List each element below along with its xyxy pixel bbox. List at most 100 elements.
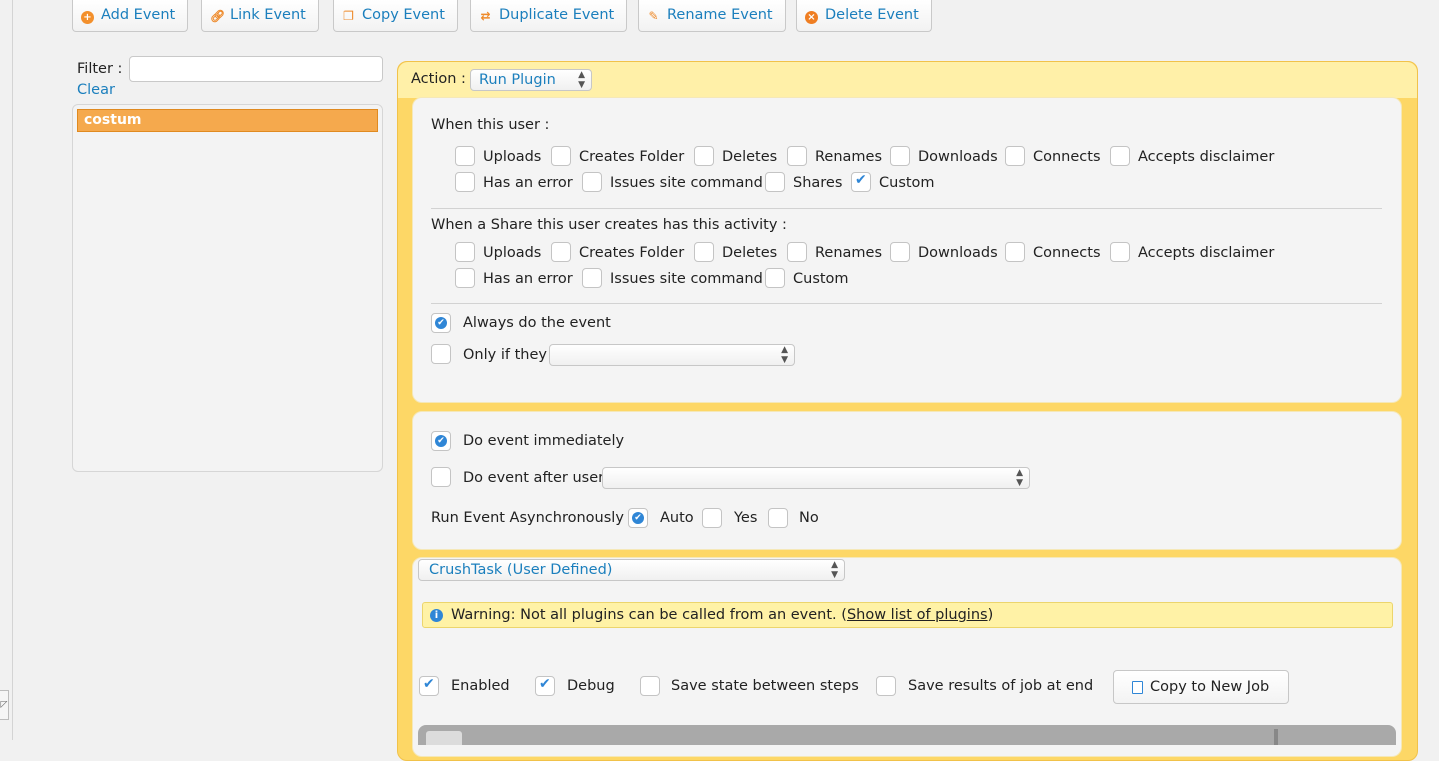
- only-if-they-label: Only if they: [463, 347, 547, 363]
- user-custom-label: Custom: [879, 175, 935, 191]
- select-arrows-icon: ▲ ▼: [781, 345, 788, 365]
- share-accepts-disclaimer-checkbox[interactable]: [1110, 242, 1130, 262]
- copy-event-label: Copy Event: [362, 7, 445, 23]
- share-custom-checkbox[interactable]: [765, 268, 785, 288]
- share-connects-checkbox[interactable]: [1005, 242, 1025, 262]
- warning-text-end: ): [987, 607, 994, 623]
- async-no-label: No: [799, 510, 819, 526]
- when-user-title: When this user :: [431, 117, 550, 133]
- user-renames-checkbox[interactable]: [787, 146, 807, 166]
- user-custom-checkbox[interactable]: [851, 172, 871, 192]
- do-event-after-user-radio[interactable]: [431, 467, 451, 487]
- do-event-immediately-label: Do event immediately: [463, 433, 625, 449]
- share-downloads-label: Downloads: [918, 245, 998, 261]
- info-icon: i: [430, 609, 443, 622]
- select-arrows-icon: ▲ ▼: [831, 560, 838, 580]
- share-uploads-checkbox[interactable]: [455, 242, 475, 262]
- share-has-error-checkbox[interactable]: [455, 268, 475, 288]
- user-creates-folder-checkbox[interactable]: [551, 146, 571, 166]
- share-uploads-label: Uploads: [483, 245, 542, 261]
- async-auto-label: Auto: [660, 510, 694, 526]
- copy-to-new-job-label: Copy to New Job: [1150, 679, 1270, 695]
- task-designer-tab[interactable]: [426, 731, 462, 745]
- user-has-error-checkbox[interactable]: [455, 172, 475, 192]
- task-designer-area: [418, 725, 1396, 745]
- user-has-error-label: Has an error: [483, 175, 573, 191]
- user-uploads-label: Uploads: [483, 149, 542, 165]
- left-rail: [0, 0, 13, 740]
- share-deletes-checkbox[interactable]: [694, 242, 714, 262]
- share-accepts-disclaimer-label: Accepts disclaimer: [1138, 245, 1275, 261]
- user-connects-checkbox[interactable]: [1005, 146, 1025, 166]
- user-connects-label: Connects: [1033, 149, 1101, 165]
- delete-event-label: Delete Event: [825, 7, 919, 23]
- user-issues-site-command-checkbox[interactable]: [582, 172, 602, 192]
- action-select-value: Run Plugin: [479, 72, 556, 88]
- share-renames-label: Renames: [815, 245, 883, 261]
- plugin-select-value: CrushTask (User Defined): [429, 562, 613, 578]
- user-accepts-disclaimer-checkbox[interactable]: [1110, 146, 1130, 166]
- async-auto-radio[interactable]: [628, 508, 648, 528]
- event-list: costum: [72, 104, 383, 472]
- duplicate-event-button[interactable]: ⇄ Duplicate Event: [470, 0, 628, 32]
- only-if-they-radio[interactable]: [431, 344, 451, 364]
- do-event-immediately-radio[interactable]: [431, 431, 451, 451]
- user-creates-folder-label: Creates Folder: [579, 149, 685, 165]
- show-plugins-link[interactable]: Show list of plugins: [847, 607, 988, 623]
- rename-event-button[interactable]: ✎ Rename Event: [638, 0, 786, 32]
- always-do-event-radio[interactable]: [431, 313, 451, 333]
- plus-circle-icon: +: [81, 11, 94, 24]
- user-shares-checkbox[interactable]: [765, 172, 785, 192]
- share-creates-folder-label: Creates Folder: [579, 245, 685, 261]
- plugin-select[interactable]: CrushTask (User Defined) ▲ ▼: [418, 559, 845, 581]
- user-deletes-label: Deletes: [722, 149, 778, 165]
- select-arrows-icon: ▲ ▼: [578, 70, 585, 90]
- add-event-button[interactable]: + Add Event: [72, 0, 189, 32]
- async-yes-label: Yes: [734, 510, 758, 526]
- share-issues-site-command-label: Issues site command: [610, 271, 763, 287]
- user-accepts-disclaimer-label: Accepts disclaimer: [1138, 149, 1275, 165]
- copy-to-new-job-button[interactable]: Copy to New Job: [1113, 670, 1289, 704]
- plugin-warning: i Warning: Not all plugins can be called …: [422, 602, 1393, 628]
- divider: [431, 303, 1382, 304]
- save-state-checkbox[interactable]: [640, 676, 660, 696]
- share-custom-label: Custom: [793, 271, 849, 287]
- clear-link[interactable]: Clear: [77, 82, 115, 98]
- copy-event-button[interactable]: ❐ Copy Event: [333, 0, 458, 32]
- action-select[interactable]: Run Plugin ▲ ▼: [470, 69, 592, 91]
- share-downloads-checkbox[interactable]: [890, 242, 910, 262]
- divider: [431, 208, 1382, 209]
- copy-icon: ❐: [343, 9, 354, 23]
- save-results-checkbox[interactable]: [876, 676, 896, 696]
- user-downloads-checkbox[interactable]: [890, 146, 910, 166]
- user-uploads-checkbox[interactable]: [455, 146, 475, 166]
- link-icon: 🔗︎: [210, 9, 226, 23]
- async-yes-radio[interactable]: [702, 508, 722, 528]
- filter-input[interactable]: [129, 56, 383, 82]
- debug-checkbox[interactable]: [535, 676, 555, 696]
- document-icon: [1132, 681, 1143, 694]
- do-event-after-user-select[interactable]: ▲ ▼: [602, 467, 1030, 489]
- only-if-they-select[interactable]: ▲ ▼: [549, 344, 795, 366]
- share-issues-site-command-checkbox[interactable]: [582, 268, 602, 288]
- delete-event-button[interactable]: × Delete Event: [796, 0, 932, 32]
- add-event-label: Add Event: [101, 7, 176, 23]
- share-creates-folder-checkbox[interactable]: [551, 242, 571, 262]
- share-has-error-label: Has an error: [483, 271, 573, 287]
- close-circle-icon: ×: [805, 11, 818, 24]
- when-share-title: When a Share this user creates has this …: [431, 217, 787, 233]
- user-deletes-checkbox[interactable]: [694, 146, 714, 166]
- action-label: Action :: [411, 71, 466, 87]
- event-list-item[interactable]: costum: [77, 109, 378, 132]
- enabled-checkbox[interactable]: [419, 676, 439, 696]
- share-renames-checkbox[interactable]: [787, 242, 807, 262]
- scrollbar-handle[interactable]: [1274, 729, 1278, 745]
- rename-event-label: Rename Event: [667, 7, 773, 23]
- collapse-rail-tab[interactable]: ◸: [0, 690, 9, 720]
- async-no-radio[interactable]: [768, 508, 788, 528]
- share-connects-label: Connects: [1033, 245, 1101, 261]
- link-event-button[interactable]: 🔗︎ Link Event: [201, 0, 319, 32]
- user-shares-label: Shares: [793, 175, 843, 191]
- share-deletes-label: Deletes: [722, 245, 778, 261]
- save-state-label: Save state between steps: [671, 678, 859, 694]
